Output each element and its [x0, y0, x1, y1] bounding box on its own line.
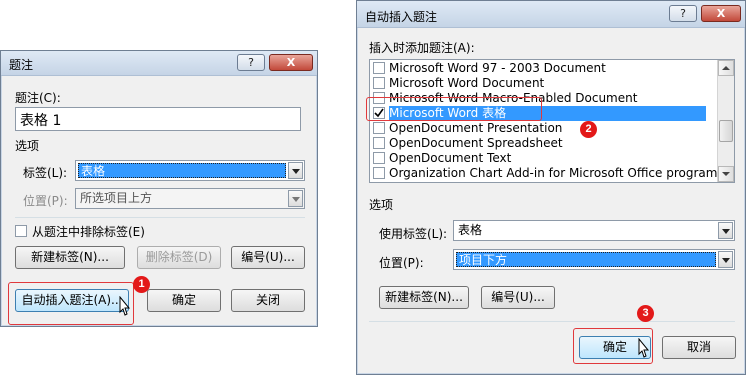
use-tag-value: 表格: [458, 223, 483, 237]
exclude-label-checkbox[interactable]: [15, 225, 27, 237]
highlight-auto-insert: [8, 282, 134, 325]
dialog-title: 题注: [9, 58, 34, 72]
divider: [15, 217, 305, 218]
list-item-label: Organization Chart Add-in for Microsoft …: [389, 166, 718, 180]
caption-input[interactable]: 表格 1: [15, 107, 301, 131]
help-button[interactable]: ?: [669, 5, 697, 22]
item-checkbox[interactable]: [373, 62, 385, 74]
list-item[interactable]: OpenDocument Spreadsheet: [370, 136, 718, 151]
chevron-down-icon[interactable]: [718, 251, 733, 268]
list-item-label: OpenDocument Text: [389, 151, 512, 165]
list-item[interactable]: Microsoft Word 97 - 2003 Document: [370, 61, 718, 76]
ok-button[interactable]: 确定: [147, 289, 221, 312]
auto-caption-titlebar: 自动插入题注 ? X: [357, 1, 745, 28]
list-item[interactable]: OpenDocument Presentation: [370, 121, 718, 136]
options-label: 选项: [369, 198, 394, 212]
step-marker-3: 3: [637, 305, 654, 322]
list-item-label: Microsoft Word 97 - 2003 Document: [389, 61, 606, 75]
chevron-down-icon: [288, 190, 303, 207]
scroll-down-icon[interactable]: [718, 166, 734, 182]
mouse-cursor-icon: [119, 296, 131, 316]
caption-label: 题注(C):: [15, 91, 61, 105]
list-label: 插入时添加题注(A):: [369, 41, 475, 55]
position-select: 所选项目上方: [75, 188, 305, 209]
tag-label: 标签(L):: [23, 166, 68, 180]
position-select-value: 所选项目上方: [80, 191, 153, 205]
item-checkbox[interactable]: [373, 122, 385, 134]
delete-tag-button: 删除标签(D): [137, 246, 221, 269]
caption-type-list[interactable]: Microsoft Word 97 - 2003 Document Micros…: [369, 59, 735, 183]
position-value: 项目下方: [456, 252, 716, 267]
options-label: 选项: [15, 139, 40, 153]
use-tag-select[interactable]: 表格: [453, 220, 735, 241]
divider: [369, 321, 735, 322]
chevron-down-icon[interactable]: [288, 162, 303, 179]
list-item-label: OpenDocument Presentation: [389, 121, 563, 135]
caption-dialog-titlebar: 题注 ? X: [1, 51, 317, 76]
list-item-label: OpenDocument Spreadsheet: [389, 136, 563, 150]
new-tag-button[interactable]: 新建标签(N)...: [15, 246, 125, 269]
tag-select[interactable]: 表格: [75, 160, 305, 181]
item-checkbox[interactable]: [373, 77, 385, 89]
cancel-button[interactable]: 取消: [662, 336, 736, 359]
mouse-cursor-icon: [638, 338, 650, 358]
step-marker-2: 2: [580, 121, 597, 138]
position-select[interactable]: 项目下方: [453, 249, 735, 270]
new-tag-button[interactable]: 新建标签(N)...: [379, 286, 469, 309]
scroll-up-icon[interactable]: [718, 60, 734, 76]
chevron-down-icon[interactable]: [718, 222, 733, 239]
step-marker-1: 1: [133, 276, 150, 293]
numbering-button[interactable]: 编号(U)...: [231, 246, 305, 269]
tag-select-value: 表格: [78, 163, 286, 178]
numbering-button[interactable]: 编号(U)...: [481, 286, 555, 309]
close-icon[interactable]: X: [269, 54, 313, 71]
exclude-label-text: 从题注中排除标签(E): [32, 225, 145, 239]
item-checkbox[interactable]: [373, 137, 385, 149]
list-item[interactable]: OpenDocument Text: [370, 151, 718, 166]
list-item[interactable]: Organization Chart Add-in for Microsoft …: [370, 166, 718, 181]
item-checkbox[interactable]: [373, 167, 385, 179]
dialog-title: 自动插入题注: [365, 10, 438, 24]
help-button[interactable]: ?: [237, 54, 265, 71]
highlight-list-item: [366, 97, 542, 121]
scroll-thumb[interactable]: [719, 120, 733, 142]
list-scrollbar[interactable]: [717, 60, 734, 182]
close-button[interactable]: 关闭: [231, 289, 305, 312]
use-tag-label: 使用标签(L):: [379, 227, 448, 241]
list-item[interactable]: Microsoft Word Document: [370, 76, 718, 91]
item-checkbox[interactable]: [373, 152, 385, 164]
close-icon[interactable]: X: [701, 5, 741, 22]
auto-caption-dialog: 自动插入题注 ? X 插入时添加题注(A): Microsoft Word 97…: [356, 0, 746, 375]
list-item-label: Microsoft Word Document: [389, 76, 545, 90]
position-label: 位置(P):: [23, 194, 68, 208]
position-label: 位置(P):: [379, 256, 424, 270]
